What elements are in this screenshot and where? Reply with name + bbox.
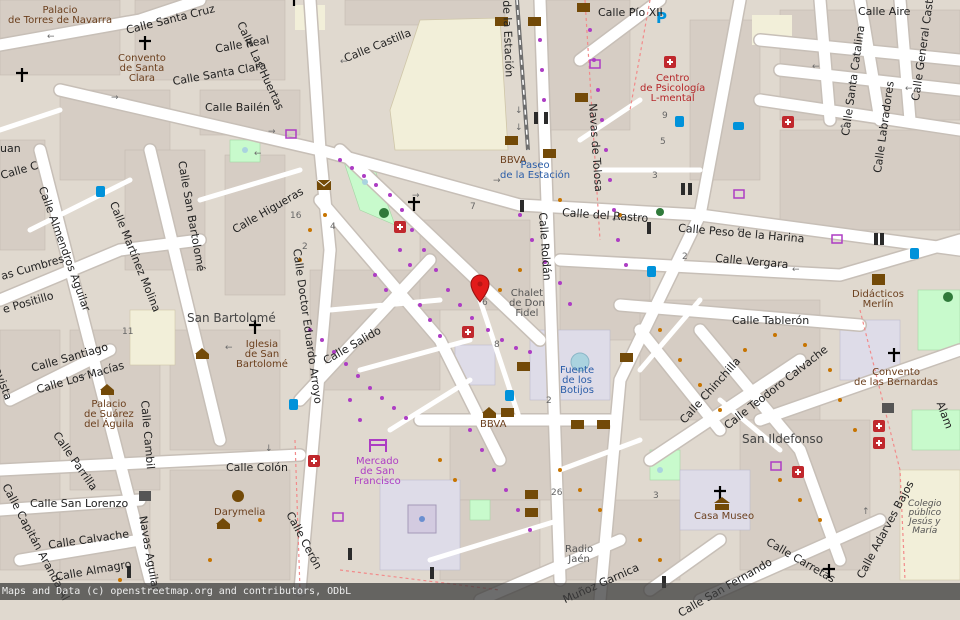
house-number: 11 — [122, 327, 134, 337]
map-attribution[interactable]: Maps and Data (c) openstreetmap.org and … — [0, 583, 960, 600]
district-label: San Ildefonso — [742, 432, 824, 446]
place-label-centro-psicologia: Centro de Psicología L-mental — [640, 73, 706, 104]
house-number: 6 — [482, 298, 488, 308]
house-number: 8 — [494, 340, 500, 350]
place-label-palacio-suarez: Palacio de Suárez del Águila — [84, 399, 134, 430]
svg-text:←: ← — [812, 62, 820, 72]
street-label: Calle Tablerón — [732, 314, 810, 327]
book-shop-icon — [872, 274, 885, 285]
svg-text:←: ← — [254, 149, 262, 159]
house-number: 2 — [682, 252, 688, 262]
district-label: San Bartolomé — [187, 311, 276, 325]
svg-text:←: ← — [47, 32, 55, 42]
post-office-icon — [316, 179, 332, 190]
street-label: Calle Colón — [226, 461, 288, 474]
market-arch-icon — [369, 439, 387, 452]
svg-text:↓: ↓ — [265, 444, 273, 454]
place-label-convento-santa-clara: Convento de Santa Clara — [118, 53, 166, 84]
place-label-bbva: BBVA — [480, 419, 507, 430]
svg-text:→: → — [412, 191, 420, 201]
house-number: 16 — [290, 211, 302, 221]
map-canvas[interactable]: P ← → → ← ← → → ← ← ← ← ← ← ↓ ↓ ↑ ← ↙ ↓ — [0, 0, 960, 600]
street-label: Calle Bailén — [205, 101, 270, 114]
place-label-iglesia: Iglesia de San Bartolomé — [236, 339, 288, 370]
place-label-colegio: Colegio público Jesús y María — [908, 499, 942, 536]
place-label-fuente: Fuente de los Botijos — [560, 365, 595, 396]
svg-text:→: → — [268, 127, 276, 137]
house-number: 3 — [652, 171, 658, 181]
street-label: Calle Aire — [858, 5, 911, 18]
svg-text:←: ← — [792, 265, 800, 275]
house-number: 2 — [546, 396, 552, 406]
mercado-plaza — [407, 504, 437, 534]
svg-text:↓: ↓ — [515, 106, 523, 116]
house-number: 4 — [330, 222, 336, 232]
svg-text:←: ← — [225, 343, 233, 353]
house-number: 7 — [470, 202, 476, 212]
place-label-radio-jaen: Radio Jaén — [565, 544, 594, 565]
place-label-convento-bernardas: Convento de las Bernardas — [854, 367, 939, 388]
house-number: 3 — [653, 491, 659, 501]
street-label: Calle Pío XII — [598, 6, 663, 19]
place-label-casa-museo: Casa Museo — [694, 511, 755, 522]
place-label-chalet: Chalet de Don Fidel — [509, 288, 545, 319]
svg-text:↑: ↑ — [862, 507, 870, 517]
place-label-paseo: Paseo de la Estación — [500, 160, 571, 181]
theatre-icon — [232, 490, 244, 502]
house-number: 2 — [302, 242, 308, 252]
house-number: 9 — [662, 111, 668, 121]
svg-text:→: → — [111, 93, 119, 103]
place-label-mercado: Mercado de San Francisco — [354, 456, 401, 487]
place-label-palacio-torres: Palacio de Torres de Navarra — [8, 5, 113, 26]
street-label: Calle San Lorenzo — [30, 497, 129, 510]
svg-text:↓: ↓ — [515, 123, 523, 133]
street-label: uan — [0, 142, 21, 155]
place-label-didacticos: Didácticos Merlín — [852, 289, 904, 310]
house-number: 26 — [551, 488, 563, 498]
house-number: 5 — [660, 137, 666, 147]
street-label: de la Estación — [500, 0, 516, 78]
place-label-darymelia: Darymelia — [214, 507, 266, 518]
